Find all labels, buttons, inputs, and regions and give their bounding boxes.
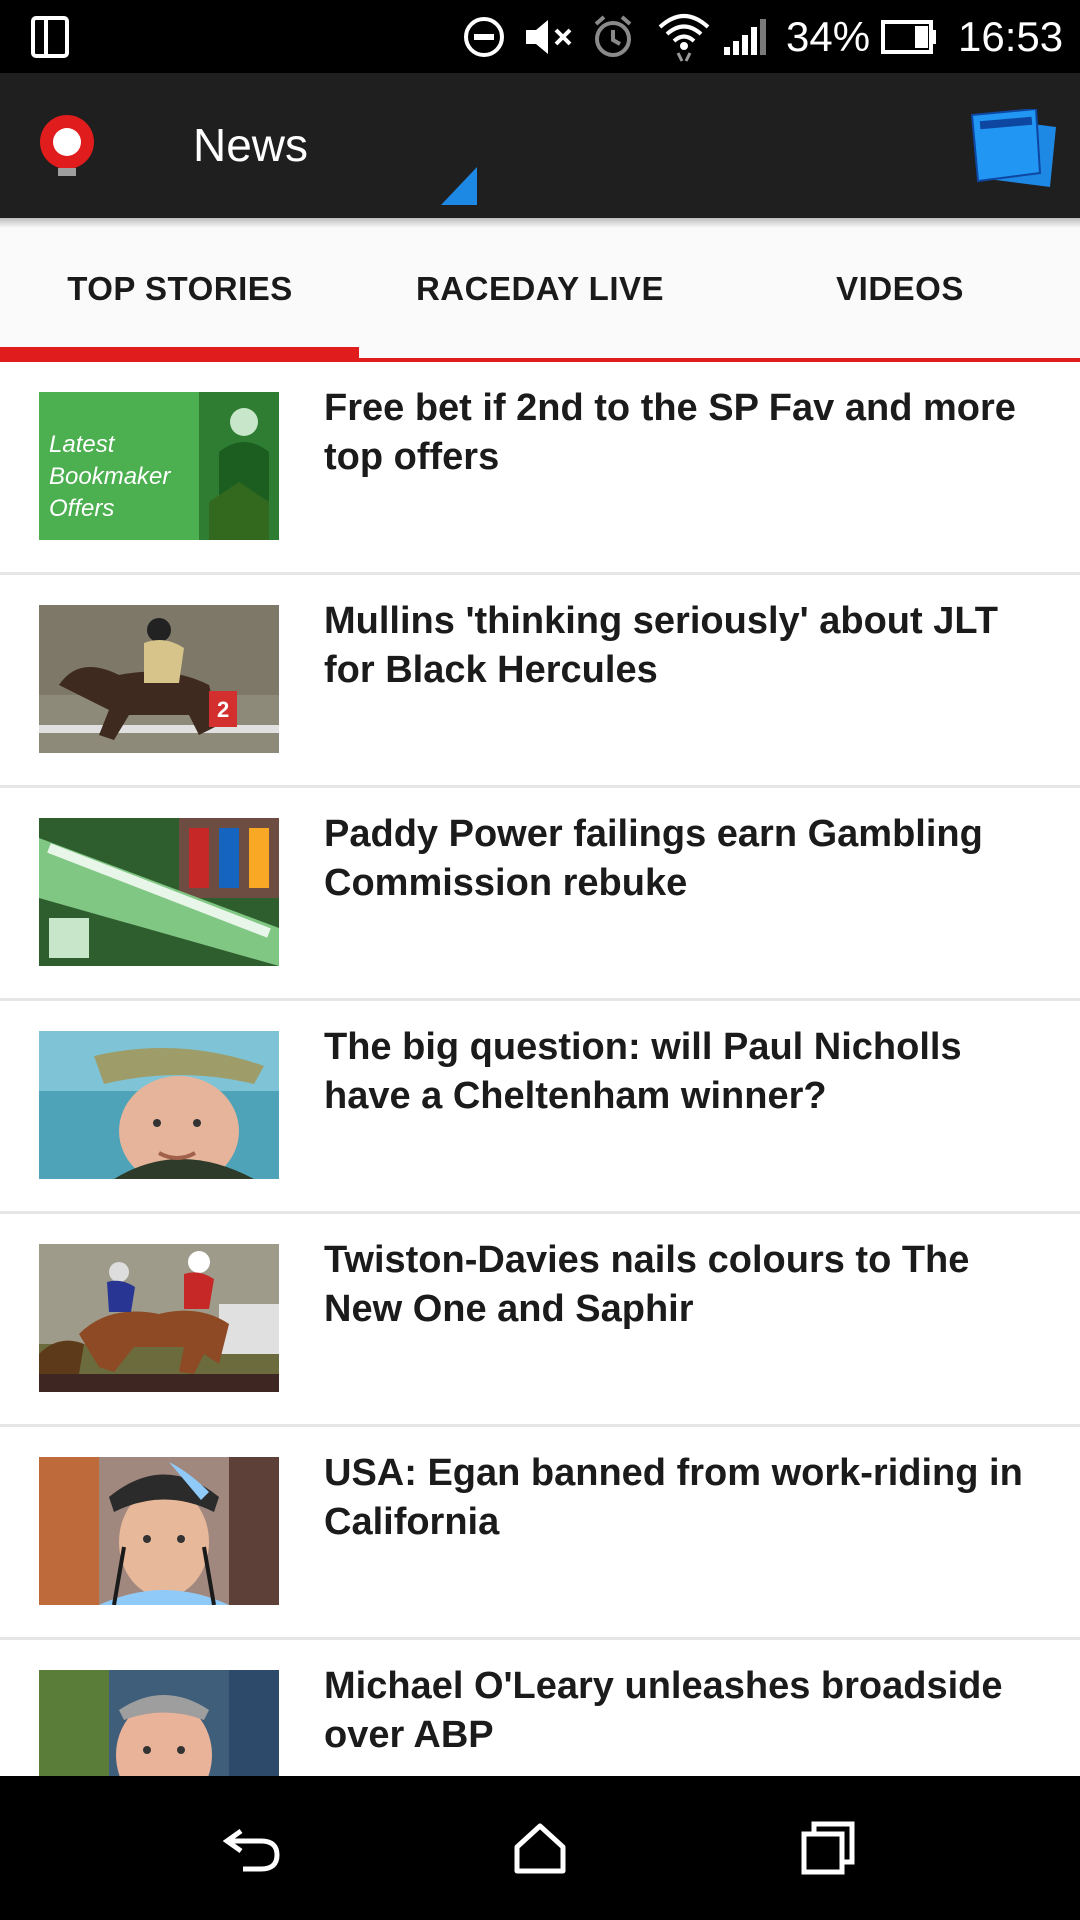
article-headline[interactable]: Free bet if 2nd to the SP Fav and more t… <box>324 384 1054 482</box>
back-button[interactable] <box>193 1776 313 1920</box>
article-headline[interactable]: Michael O'Leary unleashes broadside over… <box>324 1662 1054 1760</box>
article-headline[interactable]: Twiston-Davies nails colours to The New … <box>324 1236 1054 1334</box>
list-item[interactable]: Twiston-Davies nails colours to The New … <box>0 1214 1080 1427</box>
list-item[interactable]: Paddy Power failings earn Gambling Commi… <box>0 788 1080 1001</box>
home-button[interactable] <box>480 1776 600 1920</box>
page-title[interactable]: News <box>193 73 308 218</box>
back-icon <box>223 1828 280 1872</box>
article-headline[interactable]: Paddy Power failings earn Gambling Commi… <box>324 810 1054 908</box>
thumb-text-line-1: Latest <box>49 431 116 458</box>
article-thumbnail <box>39 1244 279 1392</box>
battery-icon <box>880 0 938 73</box>
article-headline[interactable]: The big question: will Paul Nicholls hav… <box>324 1023 1054 1121</box>
racing-post-logo-icon[interactable] <box>36 111 98 186</box>
wifi-icon <box>656 0 712 73</box>
article-thumbnail: Latest Bookmaker Offers <box>39 392 279 540</box>
list-item[interactable]: The big question: will Paul Nicholls hav… <box>0 1001 1080 1214</box>
article-headline[interactable]: Mullins 'thinking seriously' about JLT f… <box>324 597 1054 695</box>
article-headline[interactable]: USA: Egan banned from work-riding in Cal… <box>324 1449 1054 1547</box>
tablet-mode-icon <box>30 0 70 73</box>
system-navigation-bar <box>0 1776 1080 1920</box>
list-item[interactable]: Michael O'Leary unleashes broadside over… <box>0 1640 1080 1776</box>
dropdown-indicator-icon[interactable] <box>441 167 477 205</box>
app-bar-shadow <box>0 218 1080 228</box>
battery-percent: 34% <box>786 12 871 60</box>
article-thumbnail <box>39 818 279 966</box>
list-item[interactable]: USA: Egan banned from work-riding in Cal… <box>0 1427 1080 1640</box>
digital-newspaper-icon[interactable] <box>970 107 1060 194</box>
list-item[interactable]: 2 Mullins 'thinking seriously' about JLT… <box>0 575 1080 788</box>
recents-button[interactable] <box>768 1776 888 1920</box>
list-item[interactable]: Latest Bookmaker Offers Free bet if 2nd … <box>0 362 1080 575</box>
tab-videos[interactable]: VIDEOS <box>720 218 1080 360</box>
article-thumbnail <box>39 1457 279 1605</box>
volume-mute-icon <box>522 0 576 73</box>
alarm-icon <box>590 0 636 73</box>
article-thumbnail <box>39 1031 279 1179</box>
article-thumbnail <box>39 1670 279 1776</box>
thumb-text-line-2: Bookmaker <box>49 463 171 490</box>
saddle-cloth-number: 2 <box>217 697 229 722</box>
recents-icon <box>801 1821 855 1875</box>
app-bar: News <box>0 73 1080 218</box>
thumb-text-line-3: Offers <box>49 495 114 522</box>
signal-icon <box>722 0 774 73</box>
article-thumbnail: 2 <box>39 605 279 753</box>
home-icon <box>514 1823 566 1874</box>
selected-tab-indicator <box>0 347 359 361</box>
tab-top-stories[interactable]: TOP STORIES <box>0 218 360 360</box>
clock: 16:53 <box>958 12 1064 60</box>
tab-bar: TOP STORIES RACEDAY LIVE VIDEOS <box>0 218 1080 360</box>
status-bar: 34% 16:53 <box>0 0 1080 73</box>
do-not-disturb-icon <box>462 0 506 73</box>
article-list[interactable]: Latest Bookmaker Offers Free bet if 2nd … <box>0 362 1080 1776</box>
tab-raceday-live[interactable]: RACEDAY LIVE <box>360 218 720 360</box>
